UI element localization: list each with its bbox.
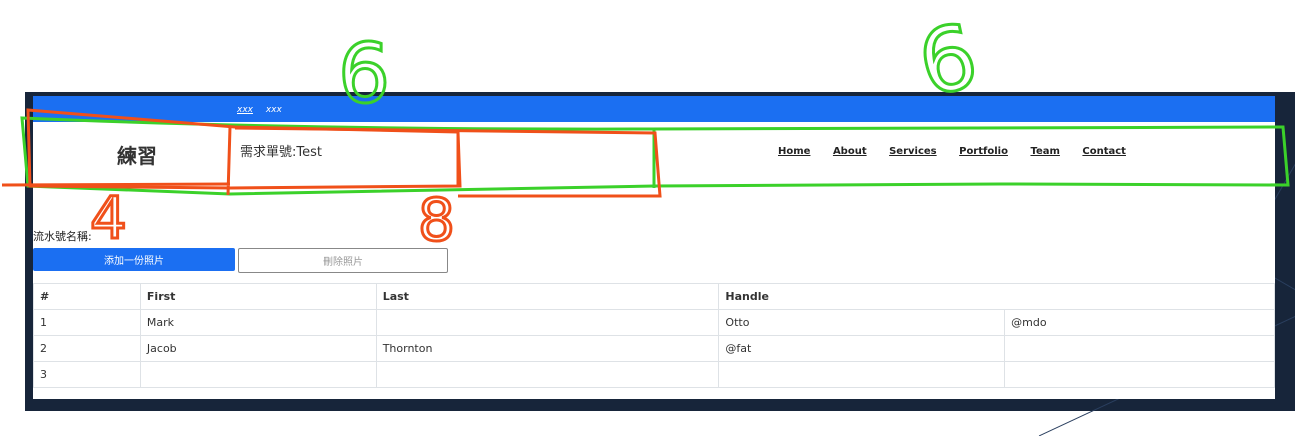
table-cell: Otto xyxy=(718,309,1006,336)
table-header-row: # First Last Handle xyxy=(33,283,1275,310)
header-cell-handle: Handle xyxy=(718,283,1275,310)
browser-page: xxx xxx 練習 需求單號:Test Home About Services… xyxy=(33,96,1275,399)
header: 練習 需求單號:Test Home About Services Portfol… xyxy=(33,122,1275,192)
table-cell: 2 xyxy=(33,335,141,362)
brand-title: 練習 xyxy=(117,144,157,168)
topbar-link-2[interactable]: xxx xyxy=(266,105,282,115)
table-cell: 3 xyxy=(33,361,141,388)
table-cell xyxy=(375,309,720,336)
table-cell: @fat xyxy=(718,335,1006,362)
main-nav: Home About Services Portfolio Team Conta… xyxy=(778,146,1145,157)
header-cell-first: First xyxy=(139,283,377,310)
data-table: # First Last Handle 1 Mark Otto @mdo 2 J… xyxy=(33,283,1275,388)
add-photo-button[interactable]: 添加一份照片 xyxy=(33,248,235,271)
nav-about[interactable]: About xyxy=(833,146,867,157)
table-cell xyxy=(375,361,720,388)
header-cell-last: Last xyxy=(375,283,720,310)
nav-contact[interactable]: Contact xyxy=(1082,146,1126,157)
table-row: 1 Mark Otto @mdo xyxy=(33,309,1275,336)
header-cell-num: # xyxy=(33,283,141,310)
table-cell: 1 xyxy=(33,309,141,336)
table-row: 2 Jacob Thornton @fat xyxy=(33,335,1275,362)
serial-name-label: 流水號名稱: xyxy=(33,230,92,243)
delete-photo-button[interactable]: 刪除照片 xyxy=(238,248,448,273)
top-bar: xxx xxx xyxy=(33,96,1275,122)
table-cell: Thornton xyxy=(375,335,720,362)
nav-team[interactable]: Team xyxy=(1030,146,1059,157)
table-cell xyxy=(718,361,1006,388)
table-cell xyxy=(139,361,377,388)
table-cell: @mdo xyxy=(1004,309,1275,336)
topbar-link-1[interactable]: xxx xyxy=(237,105,253,115)
table-cell xyxy=(1004,335,1275,362)
table-cell: Mark xyxy=(139,309,377,336)
request-number: 需求單號:Test xyxy=(240,145,322,160)
table-cell xyxy=(1004,361,1275,388)
table-cell: Jacob xyxy=(139,335,377,362)
nav-home[interactable]: Home xyxy=(778,146,810,157)
nav-services[interactable]: Services xyxy=(889,146,937,157)
table-row: 3 xyxy=(33,361,1275,388)
nav-portfolio[interactable]: Portfolio xyxy=(959,146,1008,157)
